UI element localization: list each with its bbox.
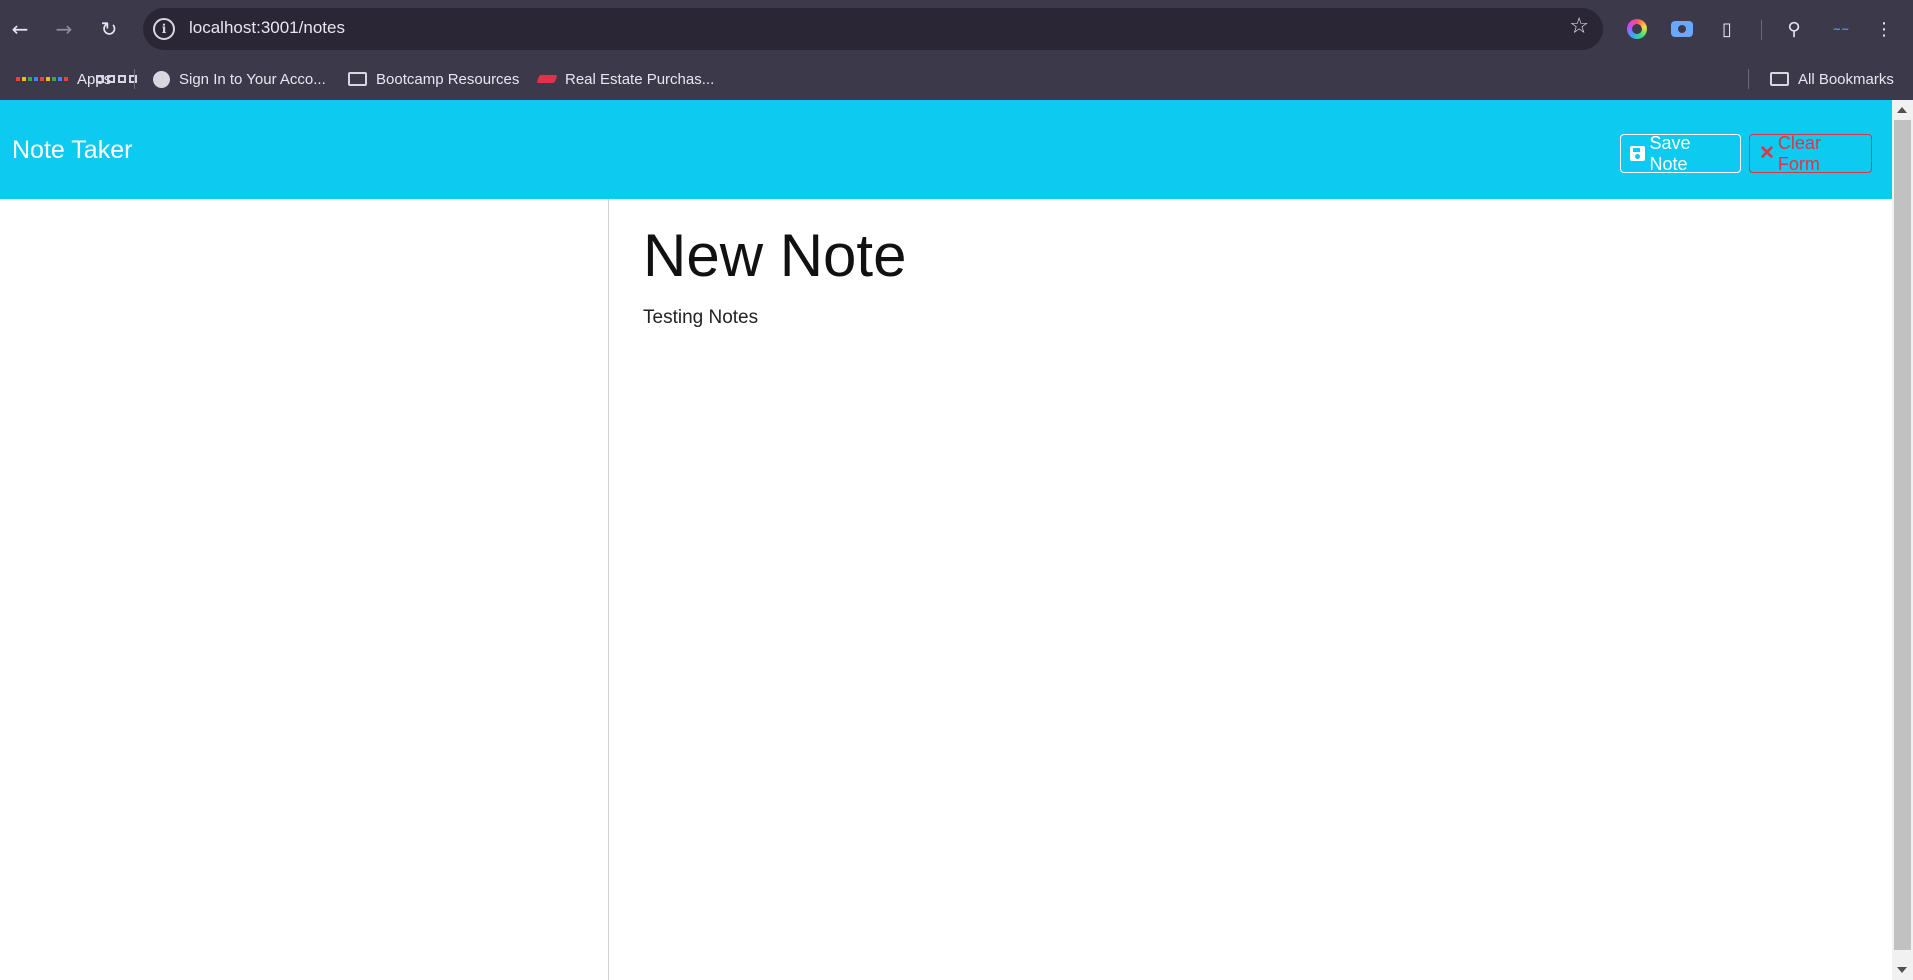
address-url[interactable]: localhost:3001/notes bbox=[189, 18, 345, 38]
page-scrollbar[interactable] bbox=[1892, 100, 1913, 980]
bookmark-real-estate[interactable]: Real Estate Purchas... bbox=[536, 67, 715, 91]
site-info-icon[interactable]: i bbox=[153, 18, 175, 40]
browser-toolbar: ← → ↻ i localhost:3001/notes ☆ ▯ ⚲ ~~ ⋮ bbox=[0, 0, 1913, 58]
all-bookmarks-label: All Bookmarks bbox=[1798, 70, 1894, 88]
menu-kebab-icon[interactable]: ⋮ bbox=[1871, 16, 1897, 42]
save-note-label: Save Note bbox=[1649, 132, 1691, 174]
apps-grid-icon bbox=[16, 77, 68, 81]
screen-capture-extension-icon[interactable] bbox=[1669, 16, 1695, 42]
labs-flask-icon[interactable]: ⚲ bbox=[1781, 16, 1807, 42]
all-bookmarks[interactable]: All Bookmarks bbox=[1770, 67, 1894, 91]
profile-avatar[interactable]: ~~ bbox=[1826, 17, 1856, 41]
note-text-input[interactable] bbox=[643, 303, 1843, 333]
bookmark-sign-in[interactable]: Sign In to Your Acco... bbox=[153, 67, 326, 91]
tab-groups-button[interactable] bbox=[96, 67, 146, 91]
color-extension-icon[interactable] bbox=[1624, 16, 1650, 42]
bookmark-label: Sign In to Your Acco... bbox=[179, 70, 326, 88]
page: Note Taker Save Note ✕ Clear Form bbox=[0, 100, 1892, 980]
extensions-puzzle-icon[interactable]: ▯ bbox=[1714, 16, 1740, 42]
bookmark-star-icon[interactable]: ☆ bbox=[1569, 14, 1589, 39]
reload-icon[interactable]: ↻ bbox=[94, 14, 124, 44]
tab-groups-icon bbox=[96, 75, 137, 83]
note-editor bbox=[643, 199, 1873, 333]
bookmark-label: Bootcamp Resources bbox=[376, 70, 520, 88]
scroll-up-arrow-icon[interactable] bbox=[1897, 107, 1907, 113]
bookmarks-divider bbox=[134, 69, 135, 89]
save-note-button[interactable]: Save Note bbox=[1620, 132, 1741, 174]
real-estate-icon bbox=[536, 75, 558, 83]
clear-form-label: Clear Form bbox=[1777, 132, 1821, 174]
scrollbar-thumb[interactable] bbox=[1894, 120, 1911, 950]
close-icon: ✕ bbox=[1759, 143, 1775, 164]
bookmark-bootcamp-resources[interactable]: Bootcamp Resources bbox=[348, 67, 519, 91]
folder-icon bbox=[348, 72, 367, 86]
app-brand[interactable]: Note Taker bbox=[12, 136, 132, 165]
forward-arrow-icon[interactable]: → bbox=[49, 14, 79, 44]
note-list bbox=[0, 199, 609, 980]
address-bar[interactable]: i localhost:3001/notes ☆ bbox=[143, 8, 1603, 50]
clear-form-button[interactable]: ✕ Clear Form bbox=[1749, 132, 1872, 174]
folder-icon bbox=[1770, 72, 1789, 86]
globe-icon bbox=[153, 70, 170, 88]
bookmarks-divider bbox=[1748, 69, 1749, 89]
bookmark-label: Real Estate Purchas... bbox=[565, 70, 715, 88]
scroll-down-arrow-icon[interactable] bbox=[1897, 967, 1907, 973]
toolbar-divider bbox=[1761, 20, 1762, 40]
app-navbar: Note Taker Save Note ✕ Clear Form bbox=[0, 100, 1892, 199]
back-arrow-icon[interactable]: ← bbox=[5, 14, 35, 44]
save-floppy-icon bbox=[1630, 146, 1645, 161]
note-title-input[interactable] bbox=[643, 217, 1843, 293]
bookmarks-bar: Apps Sign In to Your Acco... Bootcamp Re… bbox=[0, 58, 1913, 100]
